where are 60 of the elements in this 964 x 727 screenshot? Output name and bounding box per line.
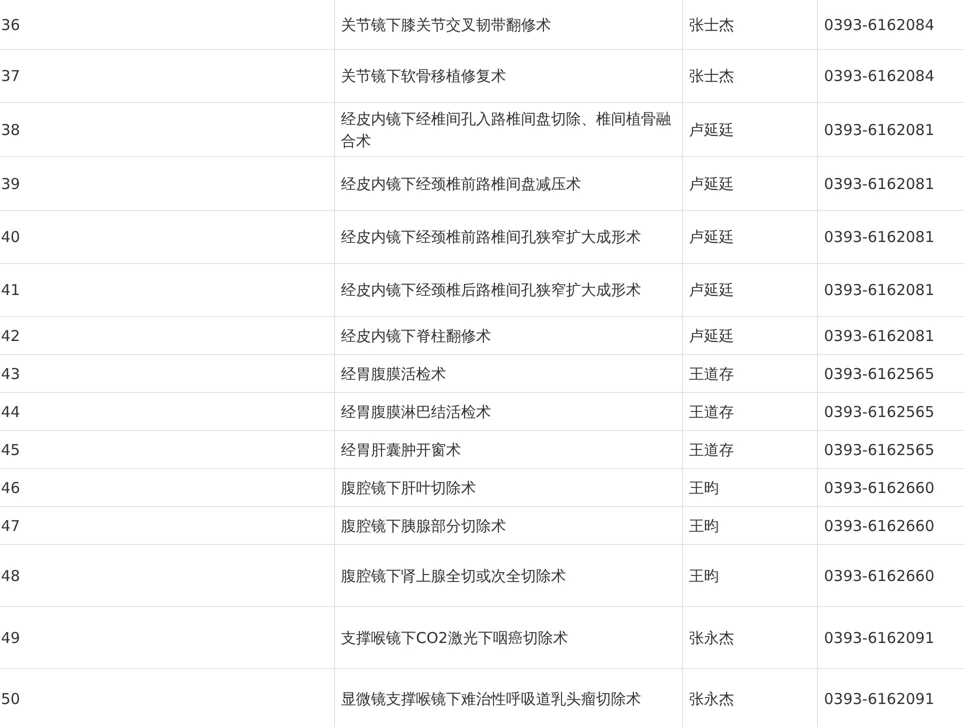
- phone-number: 0393-6162081: [824, 326, 934, 346]
- procedure-name: 经胃腹膜淋巴结活检术: [341, 402, 491, 422]
- doctor-name: 王道存: [689, 440, 734, 460]
- doctor-name: 王昀: [689, 478, 719, 498]
- doctor-name: 卢延廷: [689, 326, 734, 346]
- row-number: 45: [1, 440, 20, 460]
- phone-number: 0393-6162081: [824, 280, 934, 301]
- doctor-name: 张士杰: [689, 66, 734, 87]
- procedure-name: 经胃肝囊肿开窗术: [341, 440, 461, 460]
- procedure-name: 腹腔镜下肝叶切除术: [341, 478, 476, 498]
- procedure-name: 经皮内镜下经颈椎后路椎间孔狭窄扩大成形术: [341, 280, 641, 301]
- doctor-name: 张永杰: [689, 628, 734, 648]
- row-number: 39: [1, 174, 20, 194]
- row-number: 38: [1, 120, 20, 140]
- row-number: 47: [1, 516, 20, 536]
- phone-number: 0393-6162081: [824, 227, 934, 248]
- procedure-name: 经皮内镜下经颈椎前路椎间孔狭窄扩大成形术: [341, 227, 641, 248]
- doctor-name: 王昀: [689, 516, 719, 536]
- phone-number: 0393-6162084: [824, 14, 934, 36]
- row-number: 44: [1, 402, 20, 422]
- procedure-name: 关节镜下膝关节交叉韧带翻修术: [341, 14, 551, 36]
- row-number: 42: [1, 326, 20, 346]
- doctor-name: 张永杰: [689, 688, 734, 710]
- procedure-name: 经皮内镜下经椎间孔入路椎间盘切除、椎间植骨融合术: [341, 108, 672, 152]
- row-number: 49: [1, 628, 20, 648]
- row-number: 43: [1, 364, 20, 384]
- procedure-name: 腹腔镜下肾上腺全切或次全切除术: [341, 566, 566, 586]
- phone-number: 0393-6162565: [824, 402, 934, 422]
- doctor-name: 卢延廷: [689, 120, 734, 140]
- procedure-name: 经皮内镜下经颈椎前路椎间盘减压术: [341, 174, 581, 194]
- doctor-name: 王道存: [689, 402, 734, 422]
- phone-number: 0393-6162081: [824, 120, 934, 140]
- phone-number: 0393-6162660: [824, 516, 934, 536]
- row-number: 48: [1, 566, 20, 586]
- phone-number: 0393-6162565: [824, 364, 934, 384]
- procedure-name: 支撑喉镜下CO2激光下咽癌切除术: [341, 628, 568, 648]
- doctor-name: 张士杰: [689, 14, 734, 36]
- row-number: 40: [1, 227, 20, 248]
- phone-number: 0393-6162660: [824, 478, 934, 498]
- row-number: 41: [1, 280, 20, 301]
- phone-number: 0393-6162091: [824, 628, 934, 648]
- procedure-name: 腹腔镜下胰腺部分切除术: [341, 516, 506, 536]
- row-number: 37: [1, 66, 20, 87]
- doctor-name: 王道存: [689, 364, 734, 384]
- doctor-name: 卢延廷: [689, 227, 734, 248]
- row-number: 46: [1, 478, 20, 498]
- procedure-name: 经胃腹膜活检术: [341, 364, 446, 384]
- procedure-name: 经皮内镜下脊柱翻修术: [341, 326, 491, 346]
- phone-number: 0393-6162660: [824, 566, 934, 586]
- doctor-name: 卢延廷: [689, 174, 734, 194]
- row-number: 36: [1, 14, 20, 36]
- phone-number: 0393-6162081: [824, 174, 934, 194]
- row-number: 50: [1, 688, 20, 710]
- procedure-name: 关节镜下软骨移植修复术: [341, 66, 506, 87]
- phone-number: 0393-6162084: [824, 66, 934, 87]
- doctor-name: 王昀: [689, 566, 719, 586]
- phone-number: 0393-6162565: [824, 440, 934, 460]
- procedure-name: 显微镜支撑喉镜下难治性呼吸道乳头瘤切除术: [341, 688, 641, 710]
- phone-number: 0393-6162091: [824, 688, 934, 710]
- doctor-name: 卢延廷: [689, 280, 734, 301]
